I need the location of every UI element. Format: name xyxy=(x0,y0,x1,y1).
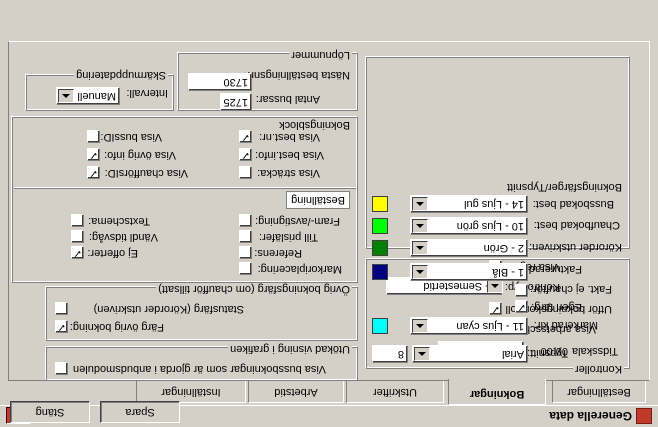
typsnitt-dropdown-icon[interactable] xyxy=(414,347,430,361)
tab-arbetstid[interactable]: Arbetstid xyxy=(248,381,344,403)
kontroller-title: Kontroller xyxy=(572,363,624,375)
visa-chauffors-label: Visa chaufförsID: xyxy=(104,167,188,179)
tab-installningar[interactable]: Inställningar xyxy=(136,381,246,403)
tidsskala-label: Tidsskala xyxy=(571,345,618,357)
chaufbokad-label: Chaufbokad best: xyxy=(533,219,620,231)
antal-field[interactable]: 1725 xyxy=(220,93,252,111)
textschema-checkbox[interactable] xyxy=(71,214,84,227)
korder-color-swatch[interactable] xyxy=(372,240,388,256)
utokad-title: Utökad visning i grafiken xyxy=(228,343,352,355)
markerad-dropdown-icon[interactable] xyxy=(412,319,428,333)
egen-farg-checkbox[interactable]: ✓ xyxy=(515,300,528,313)
chaufbokad-color-swatch[interactable] xyxy=(372,218,388,234)
fakturerad-color-swatch[interactable] xyxy=(372,264,388,280)
ovrig-title: Övrig bokningsfärg (om chaufför tillsatt… xyxy=(156,283,352,295)
skarmuppdatering-title: Skärmuppdatering xyxy=(74,69,168,81)
ej-offerter-label: Ej offerter: xyxy=(87,247,138,259)
tab-bestallningar[interactable]: Beställningar xyxy=(552,381,646,403)
visa-bestinfo-checkbox[interactable]: ✓ xyxy=(239,148,252,161)
markori-label: Markoriplacering: xyxy=(257,263,342,275)
bussbokad-label: Bussbokad best: xyxy=(532,198,614,210)
visa-bestnr-checkbox[interactable]: ✓ xyxy=(239,130,252,143)
referens-checkbox[interactable] xyxy=(239,246,252,259)
visa-ovriginfo-label: Visa övrig info: xyxy=(104,149,176,161)
markerad-color-swatch[interactable] xyxy=(372,318,388,334)
ej-offerter-checkbox[interactable]: ✓ xyxy=(71,246,84,259)
visa-stracka-label: Visa sträcka: xyxy=(257,167,320,179)
window-title: Generella data xyxy=(549,409,632,423)
tab-bokningar[interactable]: Bokningar xyxy=(448,379,546,405)
save-button[interactable]: Spara xyxy=(100,401,180,423)
statusfarg-label: Statusfärg (Körorder utskriven) xyxy=(93,303,244,315)
bokningsblock-divider xyxy=(14,187,356,189)
vandl-label: Vändl tidsvåg: xyxy=(88,231,158,243)
fakturerad-dropdown-icon[interactable] xyxy=(412,265,428,279)
app-icon xyxy=(636,408,652,424)
tab-utskrifter[interactable]: Utskrifter xyxy=(346,381,444,403)
statusfarg-checkbox[interactable] xyxy=(55,302,68,315)
bestallning-title: Beställning xyxy=(286,191,350,209)
till-checkbox[interactable] xyxy=(239,230,252,243)
egen-farg-label: Egen färg: xyxy=(531,301,582,313)
chaufbokad-dropdown-icon[interactable] xyxy=(412,219,428,233)
nasta-label: Nästa beställningsnr: xyxy=(247,69,350,81)
intervall-dropdown-icon[interactable] xyxy=(58,89,74,103)
bokningsblock-title: Bokningsblock xyxy=(277,119,352,131)
markori-checkbox[interactable] xyxy=(239,262,252,275)
utokad-visa-label: Visa bussbokningar som är gjorda i anbud… xyxy=(73,363,326,375)
utokad-visa-checkbox[interactable] xyxy=(55,362,68,375)
visa-ovriginfo-checkbox[interactable]: ✓ xyxy=(87,148,100,161)
farg-ovrig-checkbox[interactable]: ✓ xyxy=(55,320,68,333)
bussbokad-dropdown-icon[interactable] xyxy=(412,197,428,211)
fakt-chauftor-checkbox[interactable] xyxy=(515,284,528,297)
title-bar: Generella data ✕ xyxy=(0,405,658,427)
vandl-checkbox[interactable] xyxy=(71,230,84,243)
close-dialog-button[interactable]: Stäng xyxy=(10,401,90,423)
intervall-label: Intervall: xyxy=(126,87,168,99)
referens-label: Referens: xyxy=(254,247,302,259)
visa-bestinfo-label: Visa best.info: xyxy=(255,149,324,161)
typsnitt-size-select[interactable]: 8 xyxy=(372,345,408,363)
markerad-label: Markerad klr: xyxy=(533,319,598,331)
korder-label: Körorder utskriven: xyxy=(529,241,622,253)
typsnitt-label: Typsnitt: xyxy=(527,347,568,359)
korder-dropdown-icon[interactable] xyxy=(412,241,428,255)
fram-label: Fram-/avstigning: xyxy=(255,215,340,227)
fram-checkbox[interactable] xyxy=(239,214,252,227)
visa-stracka-checkbox[interactable] xyxy=(239,166,252,179)
fakturerad-label: Fakturerad: xyxy=(525,263,582,275)
visa-bussid-checkbox[interactable] xyxy=(87,130,100,143)
farg-ovrig-label: Färg övrig bokning: xyxy=(69,321,164,333)
bokningsfarger-title: Bokningsfärger/Typsnitt xyxy=(505,181,624,193)
visa-bussid-label: Visa bussID: xyxy=(100,131,162,143)
antal-label: Antal bussar: xyxy=(255,93,320,105)
fakt-chauftor-label: Fakt. ej chauftör: xyxy=(530,283,612,295)
visa-bestnr-label: Visa best.nr: xyxy=(259,131,320,143)
visa-chauffors-checkbox[interactable]: ✓ xyxy=(87,166,100,179)
kontrolltyp-dropdown-icon[interactable] xyxy=(487,279,503,293)
utfor-bokningskontroll-checkbox[interactable]: ✓ xyxy=(489,302,502,315)
bussbokad-color-swatch[interactable] xyxy=(372,196,388,212)
textschema-label: Textschema: xyxy=(88,215,150,227)
till-label: Till prisläfer: xyxy=(259,231,318,243)
nasta-field[interactable]: 1730 xyxy=(188,73,252,91)
lopnummer-title: Löpnummer xyxy=(289,49,352,61)
